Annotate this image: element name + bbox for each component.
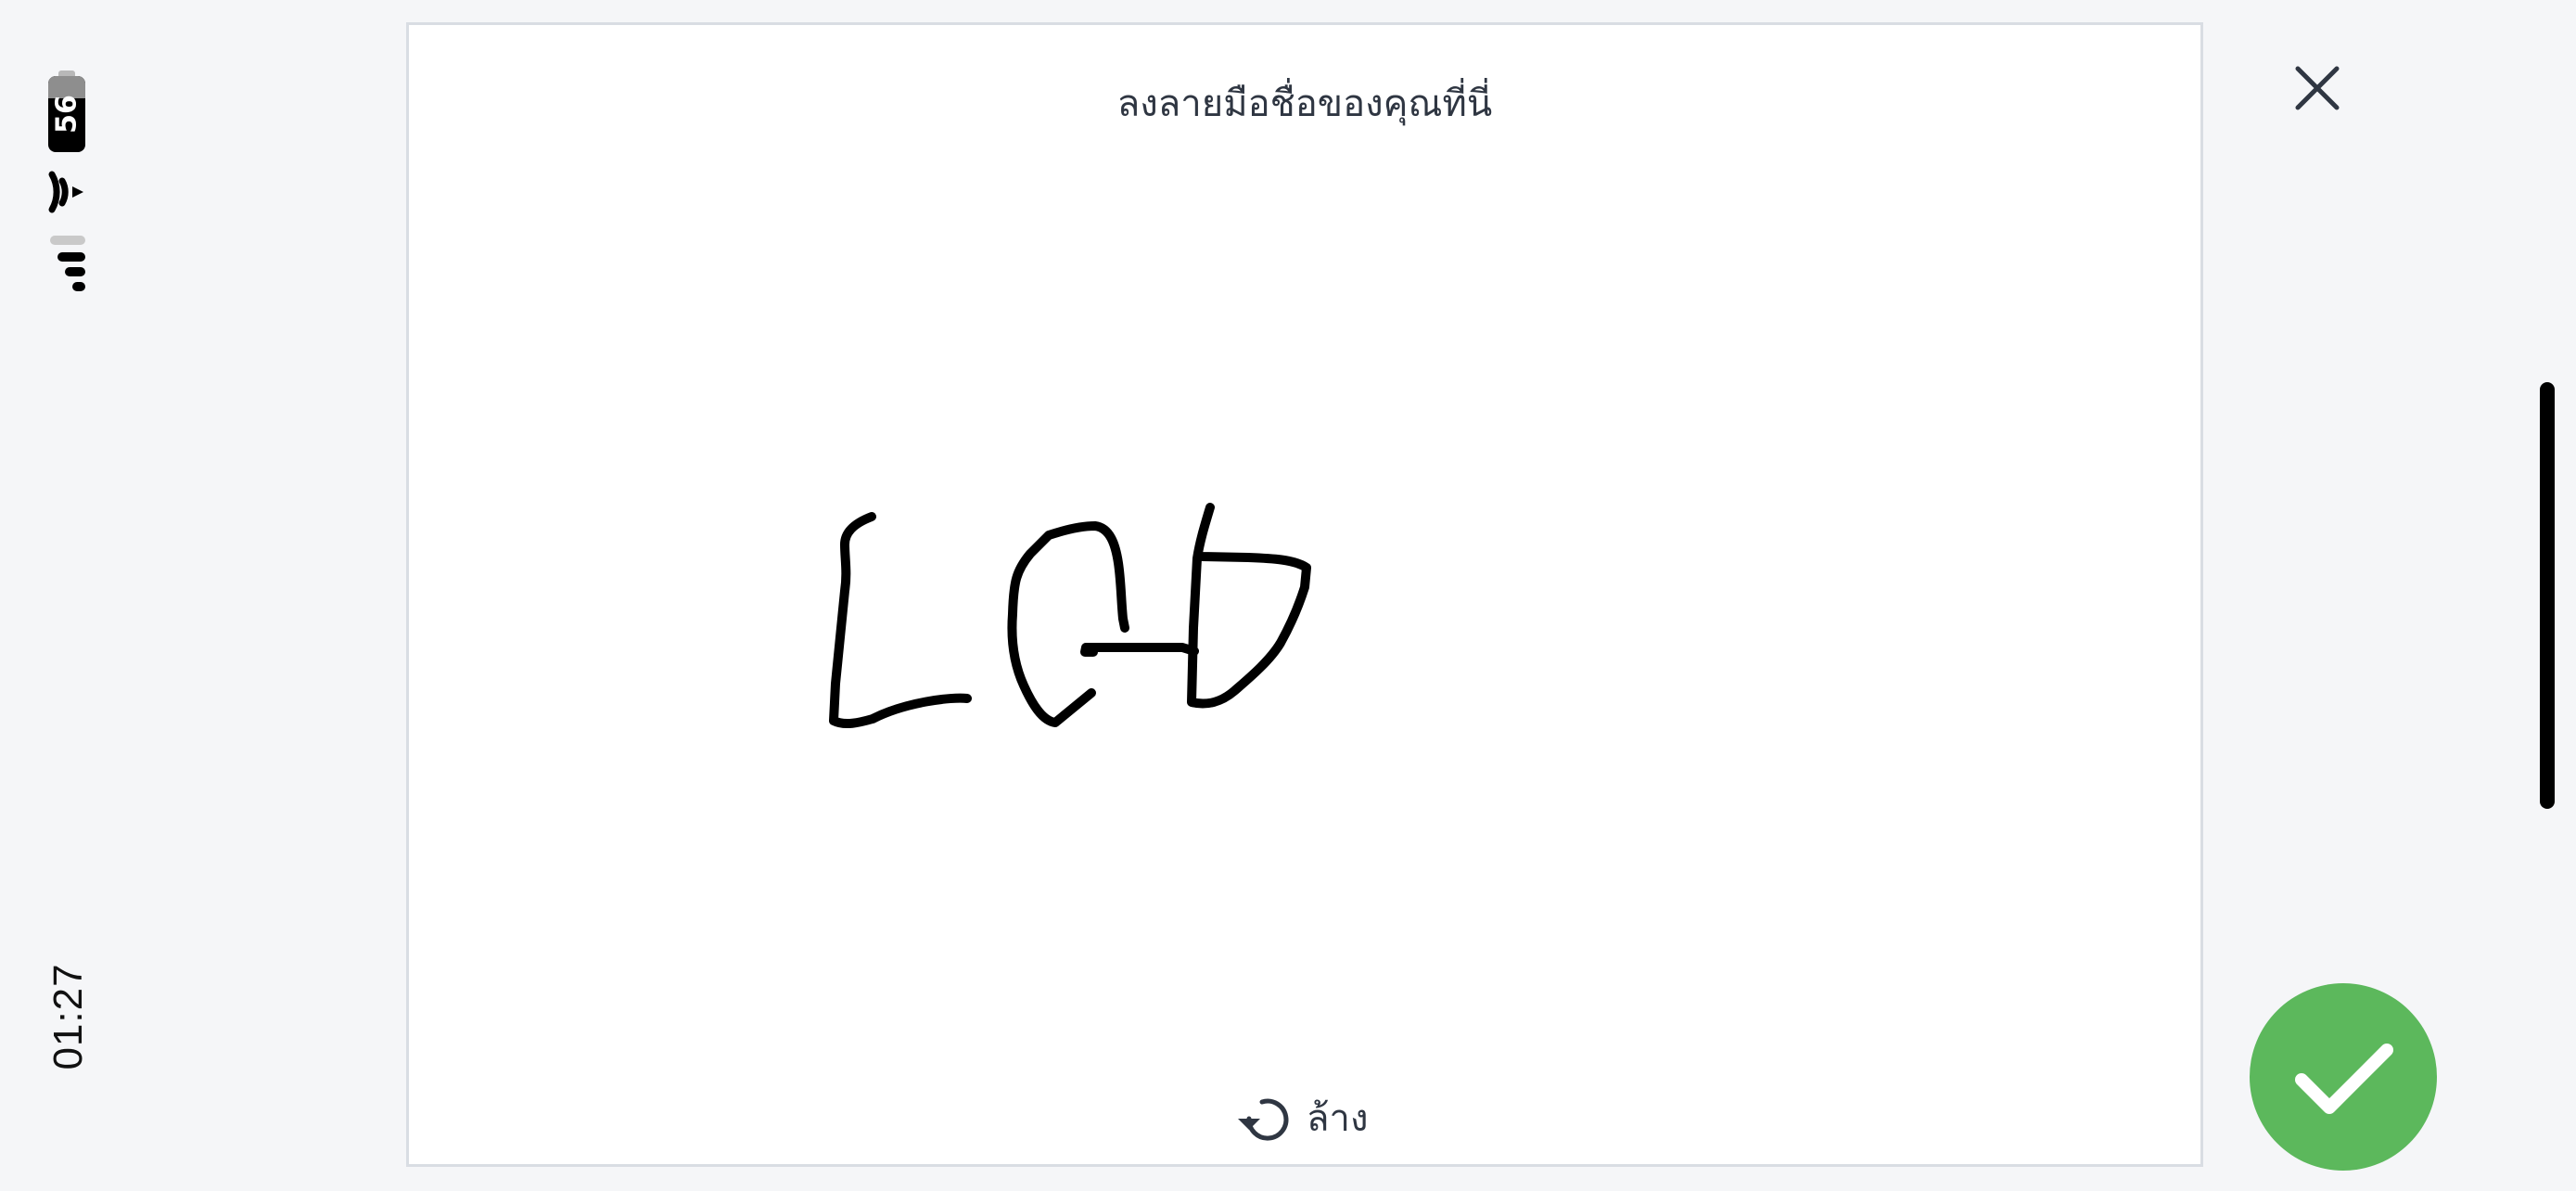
signature-canvas[interactable] — [409, 136, 2200, 1045]
clear-button[interactable]: ล้าง — [1227, 1084, 1378, 1151]
signature-title: ลงลายมือชื่อของคุณที่นี่ — [1116, 83, 1493, 125]
check-icon — [2295, 1044, 2393, 1114]
signature-drawing — [829, 503, 1311, 729]
confirm-button[interactable] — [2250, 983, 2437, 1171]
battery-percent: 56 — [50, 95, 83, 134]
close-button[interactable] — [2285, 56, 2350, 121]
battery-icon: 56 — [48, 70, 85, 152]
close-icon — [2295, 66, 2340, 110]
status-time: 01:27 — [45, 963, 91, 1070]
vertical-scrollbar[interactable] — [2540, 382, 2555, 809]
signature-screen: 56 01:27 ลงลายมือชื่อของคุณที่นี่ ล้าง — [0, 0, 2576, 1191]
clear-label: ล้าง — [1307, 1097, 1369, 1140]
undo-icon — [1238, 1098, 1289, 1141]
signature-panel: ลงลายมือชื่อของคุณที่นี่ ล้าง — [406, 22, 2203, 1167]
cellular-signal-icon — [50, 236, 85, 291]
wifi-icon — [48, 171, 83, 213]
